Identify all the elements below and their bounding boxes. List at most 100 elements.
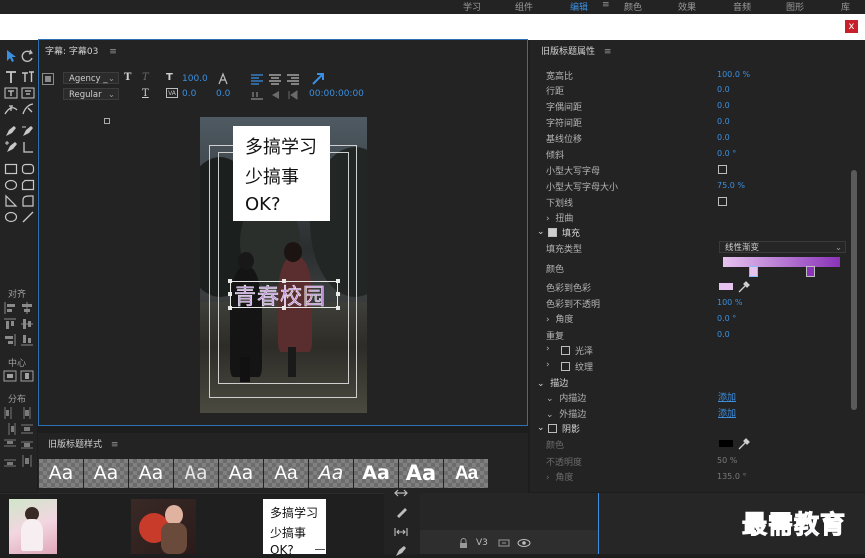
add-anchor-tool-icon[interactable] (4, 140, 18, 154)
underline-icon[interactable]: T (142, 88, 149, 99)
align-right-icon[interactable] (3, 333, 17, 347)
vertical-area-type-tool-icon[interactable] (21, 86, 35, 100)
style-swatch-4[interactable]: Aa (174, 459, 218, 488)
path-type-tool-icon[interactable] (4, 102, 18, 116)
shadow-eyedropper-icon[interactable] (737, 437, 751, 451)
workspace-tab-effects[interactable]: 效果 (678, 0, 696, 13)
track-lock-icon[interactable] (456, 536, 470, 550)
gradient-stop-right[interactable] (806, 266, 815, 277)
align-text-left-icon[interactable] (250, 72, 264, 86)
prop-leading-value[interactable]: 0.0 (717, 85, 730, 94)
canvas-text-line-3[interactable]: OK? (245, 194, 281, 215)
rounded-rectangle-tool-icon[interactable] (21, 162, 35, 176)
style-swatch-2[interactable]: Aa (84, 459, 128, 488)
prop-tracking-value[interactable]: 0.0 (717, 117, 730, 126)
clip-thumbnail-1[interactable] (9, 499, 57, 554)
gradient-ramp[interactable] (723, 257, 840, 267)
vertical-type-tool-icon[interactable] (21, 70, 35, 84)
font-family-dropdown[interactable]: Agency _ ⌄ (63, 72, 119, 84)
resize-handle-top[interactable] (282, 279, 286, 283)
ellipse-tool-icon[interactable] (4, 178, 18, 192)
shadow-opacity-value[interactable]: 50 % (717, 456, 737, 465)
arc-tool-icon[interactable] (21, 194, 35, 208)
bold-icon[interactable]: T (124, 72, 131, 83)
ripple-edit-icon[interactable] (394, 486, 408, 500)
distribute-center-icon[interactable] (20, 406, 34, 420)
distribute-horizontal-icon[interactable] (20, 422, 34, 436)
slip-tool-icon[interactable] (394, 525, 408, 539)
texture-checkbox[interactable] (561, 362, 570, 371)
convert-anchor-tool-icon[interactable] (21, 140, 35, 154)
prop-aspect-value[interactable]: 100.0 % (717, 70, 750, 79)
background-video-toggle-icon[interactable] (42, 73, 54, 85)
workspace-tab-edit[interactable]: 编辑 (570, 0, 588, 13)
distort-expander[interactable]: › 扭曲 (546, 211, 573, 224)
clipped-rectangle-tool-icon[interactable] (21, 178, 35, 192)
distribute-left-icon[interactable] (3, 406, 17, 420)
pen-tool-icon[interactable] (4, 124, 18, 138)
angle-expander[interactable]: › 角度 (546, 312, 573, 325)
fill-checkbox[interactable] (548, 228, 557, 237)
vertical-path-type-tool-icon[interactable] (21, 102, 35, 116)
add-inner-stroke-link[interactable]: 添加 (718, 390, 736, 403)
resize-handle-left[interactable] (228, 292, 232, 296)
distribute-top-icon[interactable] (3, 438, 17, 452)
style-swatch-7[interactable]: Aa (309, 459, 353, 488)
style-swatch-5[interactable]: Aa (219, 459, 263, 488)
distribute-middle-icon[interactable] (20, 438, 34, 452)
resize-handle-right[interactable] (336, 292, 340, 296)
font-style-dropdown[interactable]: Regular ⌄ (63, 88, 119, 100)
stop-color-swatch[interactable] (719, 283, 733, 290)
sheen-checkbox[interactable] (561, 346, 570, 355)
angle-value[interactable]: 0.0 ° (717, 314, 736, 323)
tab-stops-icon[interactable] (250, 88, 264, 102)
workspace-tab-library[interactable]: 库 (841, 0, 850, 13)
color-opacity-value[interactable]: 100 % (717, 298, 742, 307)
fill-section-header[interactable]: ⌄ (537, 227, 545, 237)
delete-anchor-tool-icon[interactable] (21, 124, 35, 138)
align-top-icon[interactable] (3, 317, 17, 331)
gradient-stop-left[interactable] (749, 266, 758, 277)
style-swatch-9[interactable]: Aa (399, 459, 443, 488)
prop-baseline-value[interactable]: 0.0 (717, 133, 730, 142)
align-text-right-icon[interactable] (286, 72, 300, 86)
track-sync-icon[interactable] (497, 536, 511, 550)
align-text-center-icon[interactable] (268, 72, 282, 86)
align-bottom-icon[interactable] (20, 333, 34, 347)
prop-small-caps-size-value[interactable]: 75.0 % (717, 181, 745, 190)
workspace-tab-color[interactable]: 颜色 (624, 0, 642, 13)
type-tool-icon[interactable] (4, 70, 18, 84)
align-left-icon[interactable] (3, 301, 17, 315)
kerning-value[interactable]: 0.0 (182, 89, 196, 99)
underline-checkbox[interactable] (718, 197, 727, 206)
resize-handle-bottom-right[interactable] (336, 306, 340, 310)
circle-tool-icon[interactable] (4, 210, 18, 224)
area-type-tool-icon[interactable] (4, 86, 18, 100)
repeat-value[interactable]: 0.0 (717, 330, 730, 339)
selection-tool-icon[interactable] (4, 49, 18, 63)
workspace-tab-assembly[interactable]: 组件 (515, 0, 533, 13)
italic-icon[interactable]: T (142, 72, 149, 83)
workspace-tab-graphics[interactable]: 图形 (786, 0, 804, 13)
shadow-section-header[interactable]: ⌄ (537, 423, 545, 433)
style-swatch-8[interactable]: Aa (354, 459, 398, 488)
title-panel-menu-icon[interactable]: ≡ (109, 47, 117, 57)
razor-tool-icon[interactable] (394, 505, 408, 519)
sheen-expander[interactable]: › (546, 344, 550, 354)
resize-handle-bottom[interactable] (282, 306, 286, 310)
workspace-tab-learn[interactable]: 学习 (463, 0, 481, 13)
resize-handle-top-right[interactable] (336, 279, 340, 283)
clip-thumbnail-2[interactable] (131, 499, 196, 554)
canvas-text-line-1[interactable]: 多搞学习 (245, 133, 317, 159)
canvas-text-line-2[interactable]: 少搞事 (245, 163, 299, 189)
rectangle-tool-icon[interactable] (4, 162, 18, 176)
font-size-value[interactable]: 100.0 (182, 74, 208, 84)
properties-scrollbar[interactable] (851, 170, 857, 410)
step-back-icon[interactable] (286, 88, 300, 102)
wedge-tool-icon[interactable] (4, 194, 18, 208)
pen-timeline-icon[interactable] (394, 544, 408, 558)
fill-type-dropdown[interactable]: 线性渐变 ⌄ (719, 241, 846, 253)
workspace-menu-icon[interactable]: ≡ (602, 0, 610, 10)
texture-expander[interactable]: › (546, 360, 550, 370)
center-vertical-icon[interactable] (20, 369, 34, 383)
